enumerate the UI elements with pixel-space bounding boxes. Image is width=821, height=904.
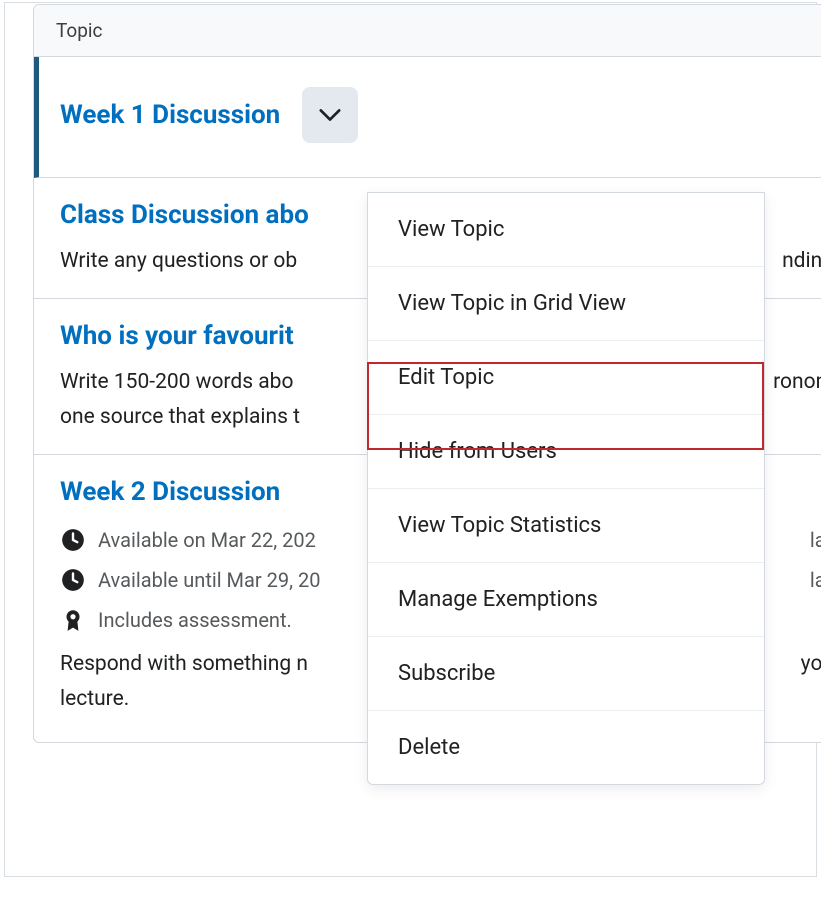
topic-row-week1: Week 1 Discussion — [34, 57, 821, 178]
menu-view-topic-grid[interactable]: View Topic in Grid View — [368, 267, 764, 341]
chevron-down-icon — [319, 108, 341, 122]
menu-view-statistics[interactable]: View Topic Statistics — [368, 489, 764, 563]
menu-edit-topic[interactable]: Edit Topic — [368, 341, 764, 415]
ribbon-icon — [60, 607, 86, 633]
menu-delete[interactable]: Delete — [368, 711, 764, 784]
menu-manage-exemptions[interactable]: Manage Exemptions — [368, 563, 764, 637]
menu-view-topic[interactable]: View Topic — [368, 193, 764, 267]
topic-link-class-discussion[interactable]: Class Discussion abo — [60, 200, 309, 230]
topic-actions-toggle[interactable] — [302, 87, 358, 143]
topic-link-week1[interactable]: Week 1 Discussion — [60, 100, 280, 130]
topic-actions-menu: View Topic View Topic in Grid View Edit … — [367, 192, 765, 785]
clock-icon — [60, 527, 86, 553]
topic-link-favourite[interactable]: Who is your favourit — [60, 321, 294, 351]
panel-header-topic: Topic — [34, 5, 821, 57]
menu-subscribe[interactable]: Subscribe — [368, 637, 764, 711]
menu-hide-from-users[interactable]: Hide from Users — [368, 415, 764, 489]
clock-icon — [60, 567, 86, 593]
topic-link-week2[interactable]: Week 2 Discussion — [60, 477, 280, 507]
